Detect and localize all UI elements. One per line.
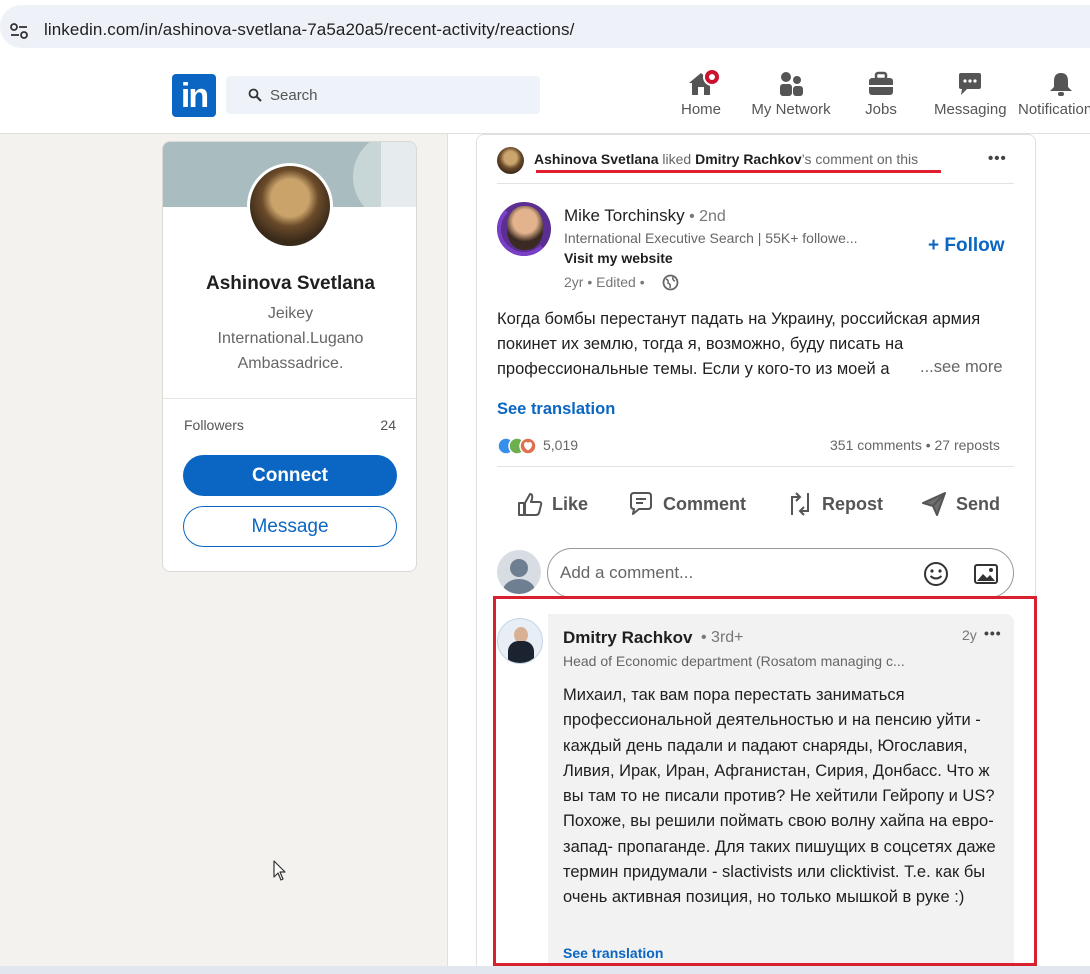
activity-divider xyxy=(497,183,1014,184)
profile-card: Ashinova Svetlana Jeikey International.L… xyxy=(162,141,417,572)
nav-jobs-label: Jobs xyxy=(865,101,897,118)
followers-label: Followers xyxy=(184,417,244,433)
bell-icon xyxy=(1050,73,1072,96)
profile-divider xyxy=(163,398,416,399)
comment-button[interactable]: Comment xyxy=(627,487,746,521)
nav-my-network-label: My Network xyxy=(751,101,831,118)
activity-header: Ashinova Svetlana liked Dmitry Rachkov’s… xyxy=(534,151,918,167)
repost-label: Repost xyxy=(822,493,884,514)
emoji-icon[interactable] xyxy=(923,561,949,587)
search-bar[interactable] xyxy=(226,76,540,114)
comment-box[interactable] xyxy=(547,548,1014,598)
search-input[interactable] xyxy=(270,76,530,114)
post-author-headline: International Executive Search | 55K+ fo… xyxy=(564,230,858,246)
nav-home-label: Home xyxy=(680,101,721,118)
see-more-link[interactable]: ...see more xyxy=(916,358,1003,377)
mouse-cursor-icon xyxy=(273,860,286,881)
follow-button[interactable]: + Follow xyxy=(928,235,1005,257)
notification-badge xyxy=(703,68,721,86)
nav-messaging[interactable]: Messaging xyxy=(934,71,1007,121)
post-author-avatar[interactable] xyxy=(497,202,551,256)
visit-website-link[interactable]: Visit my website xyxy=(564,250,673,266)
browser-address-bar: linkedin.com/in/ashinova-svetlana-7a5a20… xyxy=(0,0,1090,55)
my-avatar xyxy=(497,550,541,594)
briefcase-icon xyxy=(869,71,893,95)
url-text[interactable]: linkedin.com/in/ashinova-svetlana-7a5a20… xyxy=(44,20,574,40)
nav-messaging-label: Messaging xyxy=(934,101,1007,118)
reaction-icons[interactable] xyxy=(497,437,541,455)
stats-divider xyxy=(497,466,1014,467)
activity-suffix: ’s comment on this xyxy=(801,151,919,167)
nav-my-network[interactable]: My Network xyxy=(750,71,832,121)
profile-headline: Jeikey International.Lugano Ambassadrice… xyxy=(217,305,364,372)
send-icon xyxy=(922,492,946,516)
post-author-name[interactable]: Mike Torchinsky • 2nd xyxy=(564,206,726,226)
nav-notifications[interactable]: Notifications xyxy=(1018,71,1090,121)
network-icon xyxy=(780,72,803,96)
search-icon xyxy=(248,88,262,102)
post-author-name-text[interactable]: Mike Torchinsky xyxy=(564,206,685,225)
nav-notifications-label: Notifications xyxy=(1018,101,1090,118)
like-label: Like xyxy=(552,493,589,514)
message-button[interactable]: Message xyxy=(183,506,397,547)
activity-actor-avatar[interactable] xyxy=(497,147,524,174)
activity-actor[interactable]: Ashinova Svetlana xyxy=(534,151,659,167)
activity-target[interactable]: Dmitry Rachkov xyxy=(695,151,802,167)
linkedin-logo[interactable]: in xyxy=(172,74,216,117)
messaging-icon xyxy=(959,73,981,95)
comment-input[interactable] xyxy=(560,549,900,597)
bottom-strip xyxy=(0,966,1090,974)
send-button[interactable]: Send xyxy=(920,487,1000,521)
nav-home[interactable]: Home xyxy=(679,68,723,121)
repost-button[interactable]: Repost xyxy=(786,487,883,521)
post-stats[interactable]: 351 comments • 27 reposts xyxy=(830,437,1000,453)
reactions-count[interactable]: 5,019 xyxy=(543,437,578,453)
comment-label: Comment xyxy=(663,493,747,514)
globe-icon xyxy=(662,274,679,291)
comment-red-highlight-box xyxy=(493,596,1037,966)
like-icon xyxy=(518,493,543,516)
comment-icon xyxy=(630,492,652,515)
post-see-translation[interactable]: See translation xyxy=(497,400,615,419)
repost-icon xyxy=(791,492,809,516)
photo-icon[interactable] xyxy=(973,561,999,587)
post-meta: 2yr • Edited • xyxy=(564,274,645,290)
activity-red-underline xyxy=(536,170,941,173)
hiring-ring xyxy=(497,202,551,256)
url-field[interactable]: linkedin.com/in/ashinova-svetlana-7a5a20… xyxy=(0,5,1090,48)
profile-name[interactable]: Ashinova Svetlana xyxy=(163,273,416,295)
post-menu-button[interactable]: ••• xyxy=(988,150,1007,167)
like-button[interactable]: Like xyxy=(516,487,588,521)
site-settings-icon[interactable] xyxy=(9,21,29,41)
activity-verb: liked xyxy=(658,151,696,167)
nav-jobs[interactable]: Jobs xyxy=(862,71,900,121)
profile-avatar[interactable] xyxy=(247,163,333,249)
followers-count: 24 xyxy=(380,417,396,433)
post-author-degree: • 2nd xyxy=(684,208,726,225)
connect-button[interactable]: Connect xyxy=(183,455,397,496)
send-label: Send xyxy=(956,493,1001,514)
linkedin-header: in Home My Network Jobs Me xyxy=(0,55,1090,134)
